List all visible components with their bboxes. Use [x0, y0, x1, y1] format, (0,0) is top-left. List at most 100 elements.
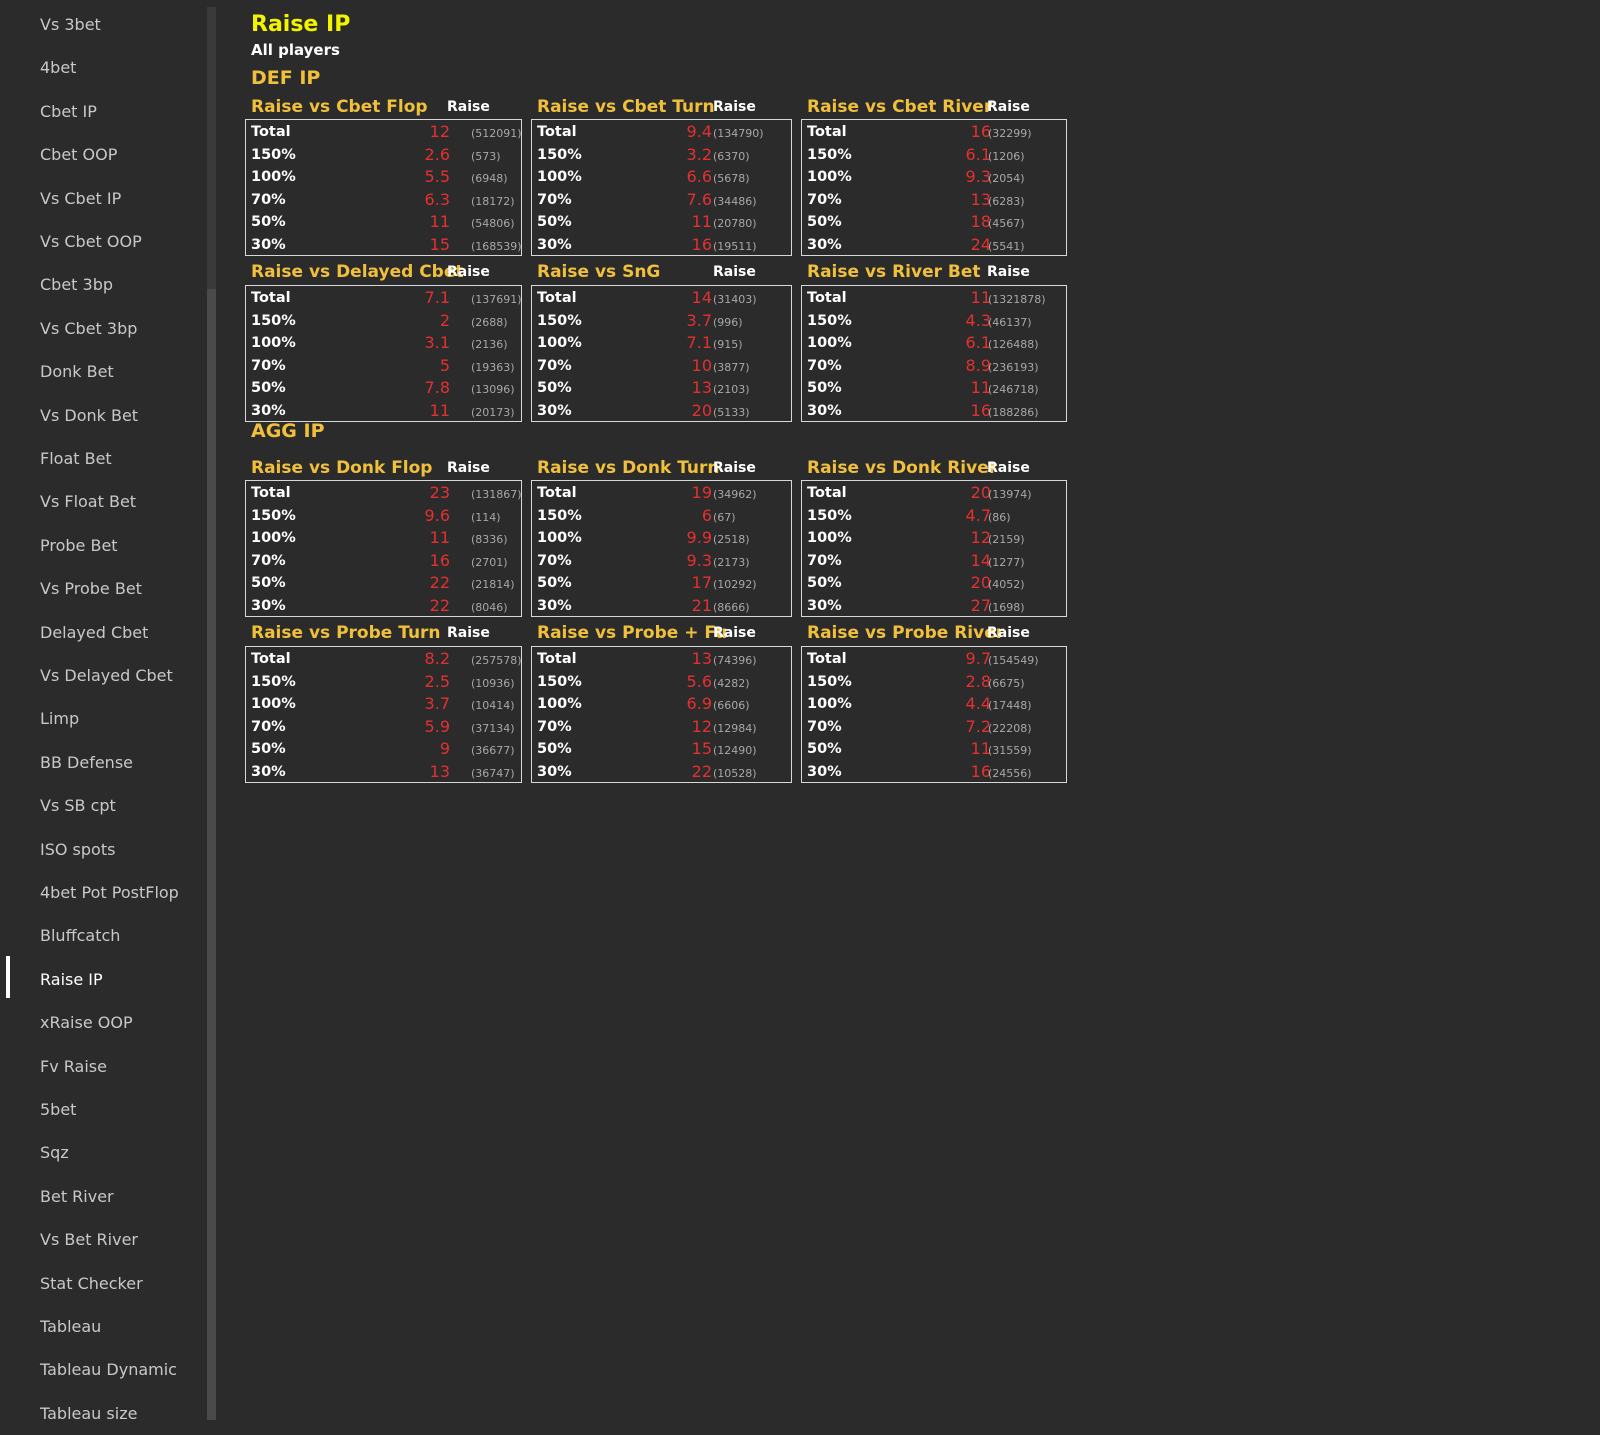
stat-row[interactable]: 70% 13 (6283): [802, 189, 1066, 211]
sidebar-item-cbet-3bp[interactable]: Cbet 3bp: [40, 263, 113, 306]
sidebar-item-stat-checker[interactable]: Stat Checker: [40, 1262, 143, 1305]
stat-row[interactable]: Total 11 (1321878): [802, 287, 1066, 309]
stat-row[interactable]: 70% 8.9 (236193): [802, 355, 1066, 377]
stat-row[interactable]: 30% 22 (8046): [246, 595, 521, 617]
stat-row[interactable]: 150% 2.8 (6675): [802, 671, 1066, 693]
sidebar-item-vs-3bet[interactable]: Vs 3bet: [40, 3, 101, 46]
stat-row[interactable]: 70% 10 (3877): [532, 355, 791, 377]
stat-row[interactable]: 100% 3.7 (10414): [246, 693, 521, 715]
stat-row[interactable]: 30% 27 (1698): [802, 595, 1066, 617]
sidebar-item-vs-delayed-cbet[interactable]: Vs Delayed Cbet: [40, 654, 173, 697]
stat-row[interactable]: Total 12 (512091): [246, 121, 522, 143]
sidebar-item-tableau-size[interactable]: Tableau size: [40, 1392, 137, 1435]
stat-row[interactable]: 30% 20 (5133): [532, 400, 791, 422]
stat-row[interactable]: 70% 7.6 (34486): [532, 189, 791, 211]
sidebar-item-delayed-cbet[interactable]: Delayed Cbet: [40, 611, 148, 654]
sidebar-item-tableau-dynamic[interactable]: Tableau Dynamic: [40, 1348, 177, 1391]
sidebar-item-float-bet[interactable]: Float Bet: [40, 437, 112, 480]
stat-row[interactable]: 70% 9.3 (2173): [532, 550, 791, 572]
stat-row[interactable]: 50% 9 (36677): [246, 738, 521, 760]
sidebar-scrollbar[interactable]: [207, 7, 216, 1420]
sidebar-item-vs-probe-bet[interactable]: Vs Probe Bet: [40, 567, 142, 610]
sidebar-item-tableau[interactable]: Tableau: [40, 1305, 101, 1348]
sidebar-item-bluffcatch[interactable]: Bluffcatch: [40, 914, 120, 957]
stat-row[interactable]: 70% 16 (2701): [246, 550, 521, 572]
sidebar-item-bet-river[interactable]: Bet River: [40, 1175, 114, 1218]
stat-row[interactable]: 50% 22 (21814): [246, 572, 521, 594]
stat-row[interactable]: Total 20 (13974): [802, 482, 1066, 504]
sidebar-item-iso-spots[interactable]: ISO spots: [40, 828, 115, 871]
sidebar-item-probe-bet[interactable]: Probe Bet: [40, 524, 118, 567]
stat-row[interactable]: 70% 5.9 (37134): [246, 716, 521, 738]
sidebar-item-vs-bet-river[interactable]: Vs Bet River: [40, 1218, 138, 1261]
sidebar-item-bb-defense[interactable]: BB Defense: [40, 741, 133, 784]
stat-row[interactable]: 50% 11 (20780): [532, 211, 791, 233]
stat-row[interactable]: Total 16 (32299): [802, 121, 1066, 143]
sidebar-item-limp[interactable]: Limp: [40, 697, 79, 740]
stat-row[interactable]: 100% 9.3 (2054): [802, 166, 1066, 188]
sidebar-item-vs-cbet-3bp[interactable]: Vs Cbet 3bp: [40, 307, 137, 350]
stat-row[interactable]: 150% 2.6 (573): [246, 144, 521, 166]
stat-row[interactable]: 30% 24 (5541): [802, 234, 1066, 256]
stat-row[interactable]: 150% 4.3 (46137): [802, 310, 1066, 332]
stat-row[interactable]: 100% 6.9 (6606): [532, 693, 791, 715]
stat-row[interactable]: 50% 13 (2103): [532, 377, 791, 399]
stat-row[interactable]: Total 14 (31403): [532, 287, 791, 309]
stat-row[interactable]: 70% 6.3 (18172): [246, 189, 521, 211]
stat-row[interactable]: 100% 6.6 (5678): [532, 166, 791, 188]
stat-row[interactable]: 70% 14 (1277): [802, 550, 1066, 572]
stat-row[interactable]: 30% 16 (19511): [532, 234, 791, 256]
stat-row[interactable]: 150% 5.6 (4282): [532, 671, 791, 693]
sidebar-item-vs-donk-bet[interactable]: Vs Donk Bet: [40, 394, 138, 437]
stat-row[interactable]: 30% 16 (188286): [802, 400, 1066, 422]
stat-row[interactable]: Total 7.1 (137691): [246, 287, 522, 309]
sidebar-item-raise-ip[interactable]: Raise IP: [40, 958, 103, 1001]
stat-row[interactable]: 30% 21 (8666): [532, 595, 791, 617]
stat-row[interactable]: Total 19 (34962): [532, 482, 791, 504]
stat-row[interactable]: 150% 6.1 (1206): [802, 144, 1066, 166]
stat-row[interactable]: 30% 13 (36747): [246, 761, 521, 783]
sidebar-item-vs-sb-cpt[interactable]: Vs SB cpt: [40, 784, 116, 827]
stat-row[interactable]: 50% 11 (31559): [802, 738, 1066, 760]
stat-row[interactable]: 30% 22 (10528): [532, 761, 791, 783]
stat-row[interactable]: Total 9.7 (154549): [802, 648, 1066, 670]
sidebar-item-donk-bet[interactable]: Donk Bet: [40, 350, 114, 393]
stat-row[interactable]: 70% 7.2 (22208): [802, 716, 1066, 738]
sidebar-item-sqz[interactable]: Sqz: [40, 1131, 69, 1174]
stat-row[interactable]: Total 8.2 (257578): [246, 648, 522, 670]
sidebar-item-cbet-ip[interactable]: Cbet IP: [40, 90, 97, 133]
stat-row[interactable]: 100% 4.4 (17448): [802, 693, 1066, 715]
stat-row[interactable]: 100% 12 (2159): [802, 527, 1066, 549]
stat-row[interactable]: 50% 15 (12490): [532, 738, 791, 760]
stat-row[interactable]: 150% 2.5 (10936): [246, 671, 521, 693]
stat-row[interactable]: 70% 12 (12984): [532, 716, 791, 738]
sidebar-item-cbet-oop[interactable]: Cbet OOP: [40, 133, 117, 176]
stat-row[interactable]: 70% 5 (19363): [246, 355, 521, 377]
stat-row[interactable]: 100% 3.1 (2136): [246, 332, 521, 354]
stat-row[interactable]: 100% 7.1 (915): [532, 332, 791, 354]
sidebar-item-vs-cbet-oop[interactable]: Vs Cbet OOP: [40, 220, 142, 263]
sidebar-item-4bet-pot-postflop[interactable]: 4bet Pot PostFlop: [40, 871, 179, 914]
stat-row[interactable]: 50% 7.8 (13096): [246, 377, 521, 399]
stat-row[interactable]: 30% 16 (24556): [802, 761, 1066, 783]
stat-row[interactable]: 100% 11 (8336): [246, 527, 521, 549]
sidebar-item-5bet[interactable]: 5bet: [40, 1088, 76, 1131]
stat-row[interactable]: 50% 17 (10292): [532, 572, 791, 594]
stat-row[interactable]: 100% 6.1 (126488): [802, 332, 1066, 354]
stat-row[interactable]: 100% 9.9 (2518): [532, 527, 791, 549]
stat-row[interactable]: 150% 3.7 (996): [532, 310, 791, 332]
sidebar-item-vs-float-bet[interactable]: Vs Float Bet: [40, 480, 136, 523]
sidebar-item-vs-cbet-ip[interactable]: Vs Cbet IP: [40, 177, 121, 220]
stat-row[interactable]: 50% 11 (246718): [802, 377, 1066, 399]
sidebar-item-fv-raise[interactable]: Fv Raise: [40, 1045, 107, 1088]
stat-row[interactable]: 50% 11 (54806): [246, 211, 521, 233]
stat-row[interactable]: 30% 11 (20173): [246, 400, 521, 422]
sidebar-scrollbar-thumb[interactable]: [207, 289, 216, 1420]
sidebar-item-xraise-oop[interactable]: xRaise OOP: [40, 1001, 133, 1044]
stat-row[interactable]: 150% 3.2 (6370): [532, 144, 791, 166]
stat-row[interactable]: 100% 5.5 (6948): [246, 166, 521, 188]
stat-row[interactable]: 30% 15 (168539): [246, 234, 522, 256]
stat-row[interactable]: 150% 2 (2688): [246, 310, 521, 332]
stat-row[interactable]: Total 13 (74396): [532, 648, 791, 670]
stat-row[interactable]: 150% 4.7 (86): [802, 505, 1066, 527]
